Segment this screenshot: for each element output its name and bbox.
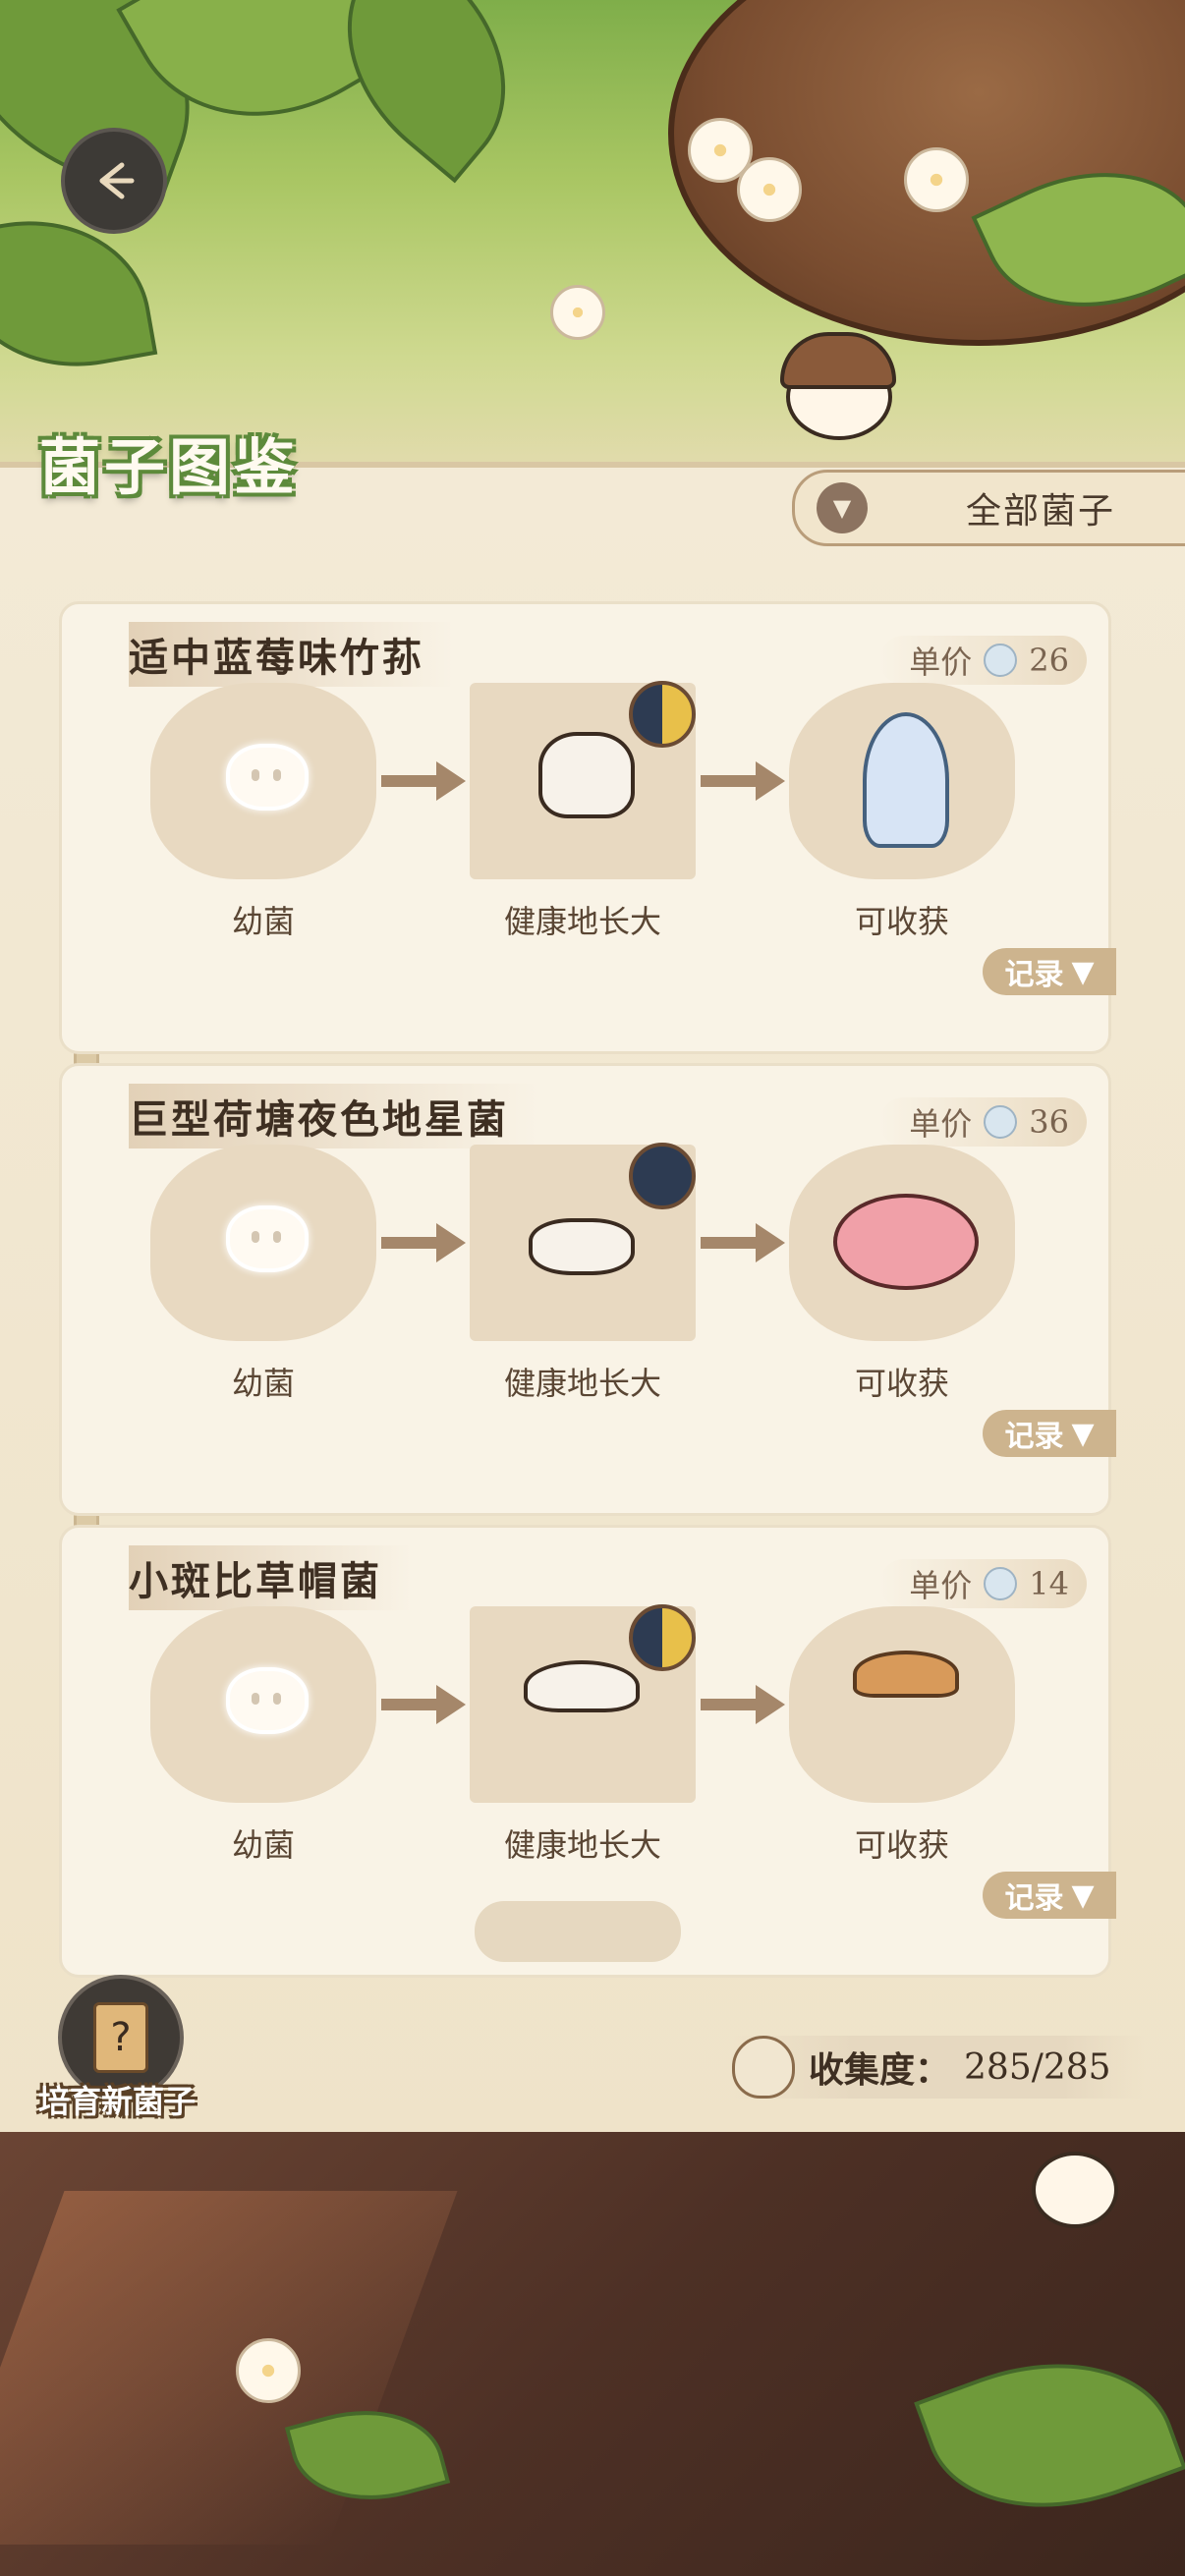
stage-seedling-image <box>150 1606 376 1803</box>
collection-value: 285/285 <box>964 2046 1111 2088</box>
mushroom-sprite <box>529 1218 635 1275</box>
dropdown-triangle-icon: ▼ <box>817 482 868 533</box>
price-tag: 单价 14 <box>879 1559 1087 1608</box>
collection-label: 收集度： <box>809 2049 951 2091</box>
collection-bag-icon <box>732 2036 795 2099</box>
coin-icon <box>984 1567 1018 1600</box>
record-button[interactable]: 记录 ▼ <box>983 948 1116 995</box>
stage-growing-image <box>470 1604 696 1803</box>
day-night-clock-icon <box>629 1604 696 1671</box>
price-tag: 单价 36 <box>879 1097 1087 1147</box>
stage-label: 健康地长大 <box>503 903 661 940</box>
flower-decoration <box>737 157 802 222</box>
flower-decoration <box>904 147 969 212</box>
stage-label: 可收获 <box>854 903 949 940</box>
record-button[interactable]: 记录 ▼ <box>983 1872 1116 1919</box>
mushroom-sprite <box>833 1194 979 1290</box>
stage-growing-image <box>470 1143 696 1341</box>
price-label: 单价 <box>909 644 973 681</box>
record-label: 记录 <box>1004 1420 1064 1454</box>
filter-label: 全部菌子 <box>966 491 1116 532</box>
growth-variant-hint <box>475 1901 681 1962</box>
price-value: 14 <box>1029 1565 1069 1602</box>
back-arrow-icon <box>99 162 135 199</box>
flower-decoration <box>236 2338 301 2403</box>
title-area: 菌子图鉴 <box>39 418 299 526</box>
cultivate-new-button[interactable]: ? 培育新菌子 <box>24 1975 210 2122</box>
mushroom-name: 适中蓝莓味竹荪 <box>129 622 454 687</box>
stage-label: 可收获 <box>854 1365 949 1402</box>
flower-decoration <box>550 285 605 340</box>
arrow-icon <box>381 761 466 801</box>
mushroom-card: 适中蓝莓味竹荪 单价 26 幼菌 健康地长大 可收获 记录 ▼ <box>59 601 1116 1054</box>
mushroom-character <box>1032 2152 1118 2228</box>
seedling-sprout <box>226 1205 309 1272</box>
arrow-icon <box>381 1223 466 1262</box>
arrow-icon <box>701 1685 785 1724</box>
price-label: 单价 <box>909 1105 973 1143</box>
stage-label: 健康地长大 <box>503 1826 661 1864</box>
filter-dropdown[interactable]: ▼ 全部菌子 <box>792 470 1185 546</box>
chevron-down-icon: ▼ <box>1071 954 1095 989</box>
stage-label: 可收获 <box>854 1826 949 1864</box>
day-night-clock-icon <box>629 681 696 748</box>
mushroom-sprite <box>538 732 635 818</box>
record-label: 记录 <box>1004 958 1064 992</box>
mushroom-character <box>780 332 896 440</box>
mushroom-sprite <box>863 712 949 848</box>
stage-label: 幼菌 <box>231 1826 295 1864</box>
coin-icon <box>984 1105 1018 1139</box>
mushroom-name: 巨型荷塘夜色地星菌 <box>129 1084 538 1148</box>
record-label: 记录 <box>1004 1881 1064 1916</box>
mushroom-sprite <box>524 1660 640 1712</box>
chevron-down-icon: ▼ <box>1071 1416 1095 1451</box>
price-value: 36 <box>1029 1103 1069 1141</box>
floor-scene-background <box>0 2132 1185 2576</box>
cultivate-label: 培育新菌子 <box>37 2083 196 2120</box>
stage-harvest-image <box>789 1145 1015 1341</box>
page-title: 菌子图鉴 <box>39 431 300 503</box>
stage-seedling-image <box>150 683 376 879</box>
arrow-icon <box>701 1223 785 1262</box>
day-night-clock-icon <box>629 1143 696 1209</box>
seedling-sprout <box>226 744 309 811</box>
mushroom-card: 小斑比草帽菌 单价 14 幼菌 健康地长大 可收获 记录 ▼ <box>59 1525 1116 1978</box>
stage-growing-image <box>470 681 696 879</box>
stage-label: 健康地长大 <box>503 1365 661 1402</box>
stage-label: 幼菌 <box>231 903 295 940</box>
chevron-down-icon: ▼ <box>1071 1877 1095 1913</box>
seedling-sprout <box>226 1667 309 1734</box>
mushroom-card: 巨型荷塘夜色地星菌 单价 36 幼菌 健康地长大 可收获 记录 ▼ <box>59 1063 1116 1516</box>
question-card-icon: ? <box>93 2002 148 2073</box>
arrow-icon <box>381 1685 466 1724</box>
price-tag: 单价 26 <box>879 636 1087 685</box>
stage-label: 幼菌 <box>231 1365 295 1402</box>
arrow-icon <box>701 761 785 801</box>
record-button[interactable]: 记录 ▼ <box>983 1410 1116 1457</box>
coin-icon <box>984 644 1018 677</box>
back-button[interactable] <box>61 128 167 234</box>
stage-seedling-image <box>150 1145 376 1341</box>
stage-harvest-image <box>789 1606 1015 1803</box>
collection-progress: 收集度： 285/285 <box>732 2036 1145 2099</box>
leaf-decoration <box>914 2323 1185 2548</box>
price-value: 26 <box>1029 642 1069 679</box>
mushroom-name: 小斑比草帽菌 <box>129 1545 412 1610</box>
price-label: 单价 <box>909 1567 973 1604</box>
stage-harvest-image <box>789 683 1015 879</box>
mushroom-sprite <box>853 1651 959 1698</box>
